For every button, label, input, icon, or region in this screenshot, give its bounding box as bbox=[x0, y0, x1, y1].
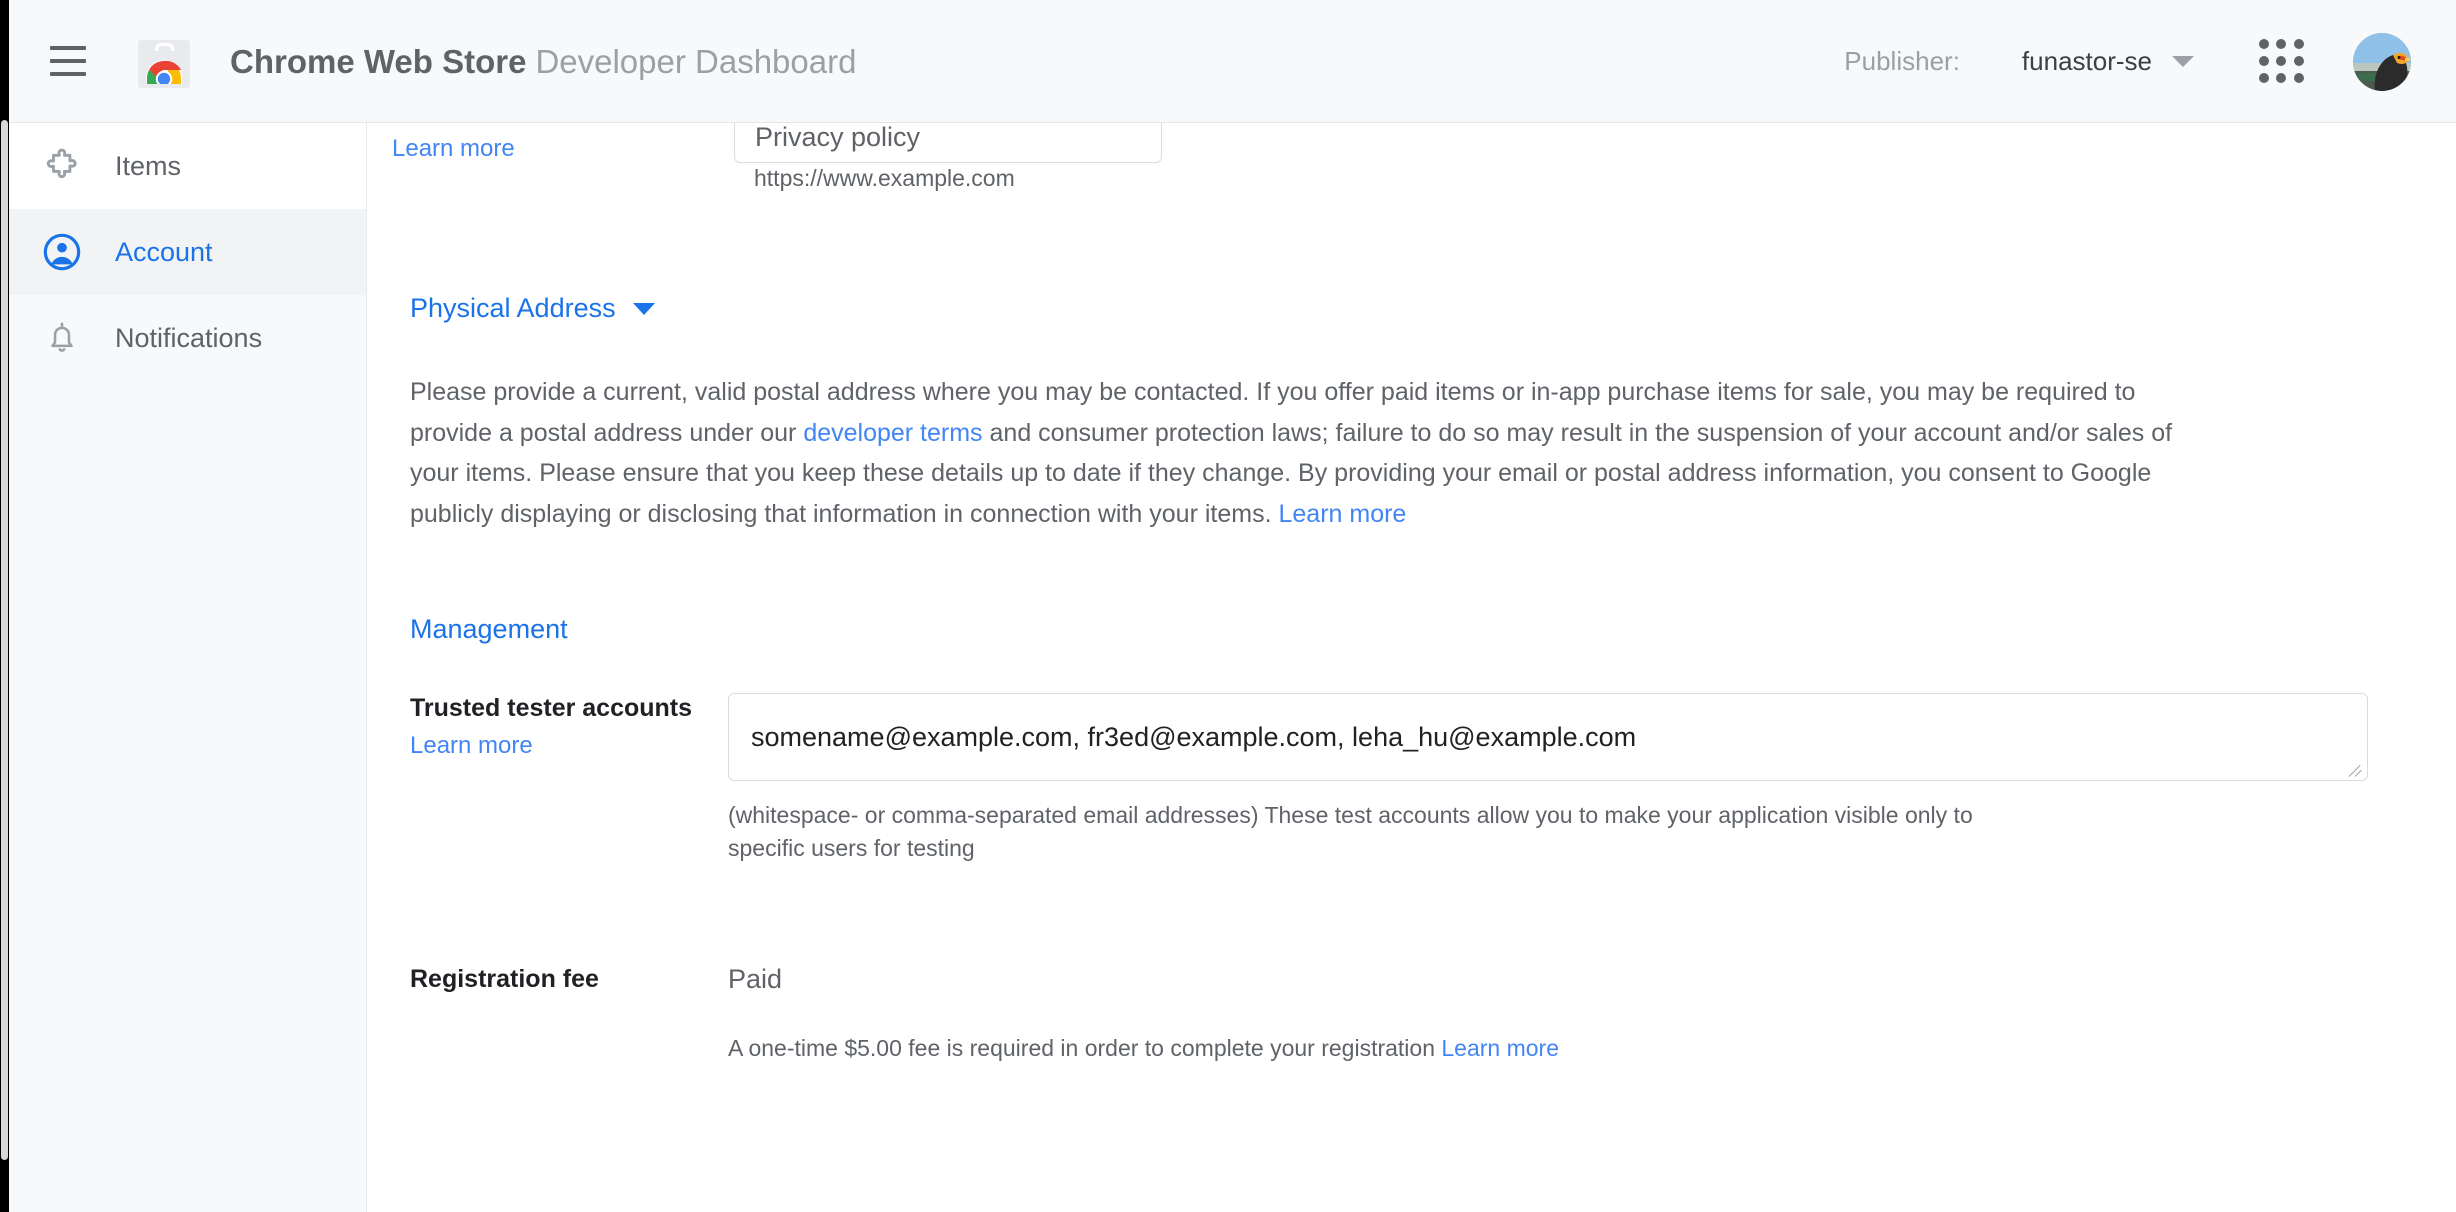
sidebar-item-label: Account bbox=[115, 236, 213, 267]
hamburger-menu-icon[interactable] bbox=[40, 33, 96, 89]
header-right-group: Publisher: funastor-se bbox=[1844, 0, 2456, 123]
scrollbar-thumb[interactable] bbox=[1, 120, 8, 1160]
publisher-label: Publisher: bbox=[1844, 46, 1960, 76]
page-title-primary: Chrome Web Store bbox=[230, 42, 527, 80]
main-content: Learn more Privacy policy https://www.ex… bbox=[368, 123, 2456, 1212]
trusted-tester-field-col: somename@example.com, fr3ed@example.com,… bbox=[728, 693, 2456, 864]
sidebar-item-items[interactable]: Items bbox=[9, 123, 366, 209]
resize-handle-icon[interactable] bbox=[2351, 764, 2365, 778]
privacy-policy-hint: https://www.example.com bbox=[754, 165, 1015, 191]
trusted-tester-label-col: Trusted tester accounts Learn more bbox=[410, 693, 728, 760]
app-root: Chrome Web Store Developer Dashboard Publ… bbox=[0, 0, 2456, 1212]
physical-address-heading-label: Physical Address bbox=[410, 293, 616, 323]
user-avatar[interactable] bbox=[2353, 32, 2411, 91]
privacy-policy-input-label: Privacy policy bbox=[755, 123, 921, 152]
management-heading[interactable]: Management bbox=[410, 614, 568, 645]
publisher-dropdown[interactable]: funastor-se bbox=[2022, 46, 2194, 77]
registration-fee-row: Registration fee Paid A one-time $5.00 f… bbox=[410, 964, 2456, 1062]
sidebar-item-label: Notifications bbox=[115, 322, 263, 353]
registration-fee-label-col: Registration fee bbox=[410, 964, 728, 994]
management-section: Management Trusted tester accounts Learn… bbox=[392, 614, 2456, 1062]
publisher-selected-value: funastor-se bbox=[2021, 46, 2152, 76]
window-scrollbar[interactable] bbox=[0, 0, 9, 1212]
developer-terms-link[interactable]: developer terms bbox=[803, 419, 982, 447]
app-header: Chrome Web Store Developer Dashboard Publ… bbox=[0, 0, 2456, 123]
sidebar-item-notifications[interactable]: Notifications bbox=[9, 295, 366, 381]
bell-icon bbox=[41, 317, 83, 359]
physical-address-section: Physical Address Please provide a curren… bbox=[392, 293, 2456, 534]
page-title-secondary: Developer Dashboard bbox=[535, 42, 857, 80]
registration-fee-label: Registration fee bbox=[410, 965, 599, 994]
privacy-learn-more-link[interactable]: Learn more bbox=[392, 135, 515, 163]
page-title: Chrome Web Store Developer Dashboard bbox=[230, 45, 856, 78]
content-inner: Learn more Privacy policy https://www.ex… bbox=[368, 123, 2456, 1062]
chrome-web-store-logo-icon bbox=[138, 34, 190, 88]
registration-fee-learn-more-link[interactable]: Learn more bbox=[1441, 1035, 1559, 1061]
physical-address-learn-more-link[interactable]: Learn more bbox=[1278, 500, 1406, 528]
trusted-tester-value: somename@example.com, fr3ed@example.com,… bbox=[751, 721, 1637, 752]
trusted-tester-learn-more-link[interactable]: Learn more bbox=[410, 732, 704, 760]
trusted-tester-label: Trusted tester accounts bbox=[410, 694, 693, 722]
registration-fee-value: Paid bbox=[728, 964, 783, 995]
trusted-tester-textarea[interactable]: somename@example.com, fr3ed@example.com,… bbox=[728, 693, 2368, 781]
triangle-down-icon bbox=[632, 302, 655, 315]
puzzle-piece-icon bbox=[41, 145, 83, 187]
registration-fee-note: A one-time $5.00 fee is required in orde… bbox=[728, 1035, 2456, 1062]
registration-fee-value-col: Paid A one-time $5.00 fee is required in… bbox=[728, 964, 2456, 1062]
header-left-group: Chrome Web Store Developer Dashboard bbox=[0, 33, 856, 89]
sidebar-item-account[interactable]: Account bbox=[0, 209, 366, 295]
google-apps-grid-icon[interactable] bbox=[2259, 38, 2305, 85]
registration-fee-note-text: A one-time $5.00 fee is required in orde… bbox=[728, 1035, 1442, 1062]
account-circle-icon bbox=[41, 231, 83, 273]
sidebar-item-label: Items bbox=[115, 150, 182, 181]
sidebar-navigation: Items Account Notifications bbox=[0, 123, 367, 1212]
chevron-down-icon bbox=[2172, 56, 2194, 67]
trusted-tester-helper-text: (whitespace- or comma-separated email ad… bbox=[728, 802, 1973, 861]
physical-address-heading[interactable]: Physical Address bbox=[410, 293, 655, 324]
privacy-policy-row: Learn more Privacy policy https://www.ex… bbox=[392, 123, 2456, 235]
physical-address-paragraph: Please provide a current, valid postal a… bbox=[410, 372, 2175, 534]
trusted-tester-row: Trusted tester accounts Learn more somen… bbox=[410, 693, 2456, 864]
privacy-policy-input[interactable]: Privacy policy bbox=[734, 123, 1162, 163]
